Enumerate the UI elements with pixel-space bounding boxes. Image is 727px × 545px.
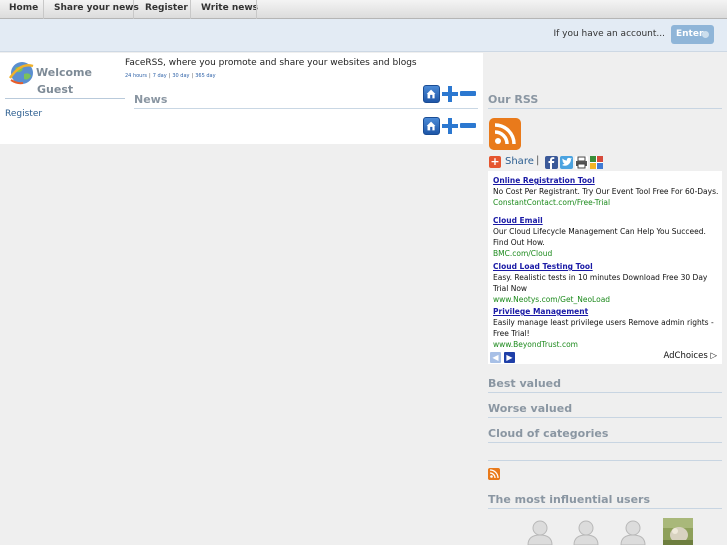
our-rss-heading: Our RSS [488, 93, 539, 106]
worse-valued-heading[interactable]: Worse valued [488, 402, 572, 415]
news-toolbar [423, 117, 478, 135]
user-avatar-icon[interactable] [525, 518, 555, 545]
ad-title[interactable]: Online Registration Tool [493, 175, 719, 186]
ad-item: Cloud Load Testing Tool Easy. Realistic … [493, 261, 719, 305]
welcome-divider [5, 98, 125, 99]
share-separator: | [536, 155, 540, 166]
ad-title[interactable]: Cloud Load Testing Tool [493, 261, 719, 272]
period-365-day[interactable]: 365 day [195, 73, 215, 79]
enter-label: Enter [676, 29, 704, 39]
top-navigation: Home Share your news Register Write news [0, 0, 727, 19]
period-filter: 24 hours | 7 day | 30 day | 365 day [125, 73, 216, 79]
ad-url[interactable]: www.BeyondTrust.com [493, 339, 719, 350]
period-30-day[interactable]: 30 day [172, 73, 189, 79]
nav-share-your-news[interactable]: Share your news [54, 3, 139, 13]
nav-separator [43, 0, 44, 19]
share-plus-icon[interactable]: + [489, 156, 501, 168]
ad-url[interactable]: ConstantContact.com/Free-Trial [493, 197, 719, 208]
home-icon[interactable] [423, 85, 440, 103]
news-toolbar [423, 85, 478, 103]
ad-title[interactable]: Cloud Email [493, 215, 719, 226]
news-heading: News [134, 93, 168, 106]
rss-icon[interactable] [489, 118, 521, 150]
period-separator: | [168, 73, 171, 79]
nav-separator [256, 0, 257, 19]
cloud-categories-heading[interactable]: Cloud of categories [488, 427, 608, 440]
influential-users-divider [488, 508, 722, 509]
rss-icon[interactable] [488, 468, 500, 480]
period-separator: | [149, 73, 151, 79]
welcome-heading: Welcome [36, 66, 92, 79]
chevron-down-icon [702, 31, 709, 38]
ad-description: No Cost Per Registrant. Try Our Event To… [493, 187, 719, 196]
period-separator: | [191, 73, 194, 79]
ad-block: Online Registration Tool No Cost Per Reg… [488, 171, 722, 364]
share-link[interactable]: Share [505, 156, 534, 167]
adchoices-link[interactable]: AdChoices ▷ [663, 351, 717, 361]
minus-icon[interactable] [460, 123, 476, 128]
ad-url[interactable]: www.Neotys.com/Get_NeoLoad [493, 294, 719, 305]
ad-item: Cloud Email Our Cloud Lifecycle Manageme… [493, 215, 719, 259]
cloud-categories-divider [488, 442, 722, 443]
twitter-icon[interactable] [560, 156, 573, 169]
nav-separator [133, 0, 134, 19]
our-rss-divider [488, 108, 722, 109]
news-divider [134, 108, 478, 109]
adchoices-icon: ▷ [710, 351, 717, 361]
ad-description: Our Cloud Lifecycle Management Can Help … [493, 227, 706, 247]
home-icon[interactable] [423, 117, 440, 135]
ad-title[interactable]: Privilege Management [493, 306, 719, 317]
period-24-hours[interactable]: 24 hours [125, 73, 147, 79]
ad-item: Privilege Management Easily manage least… [493, 306, 719, 350]
ad-description: Easily manage least privilege users Remo… [493, 318, 714, 338]
enter-button[interactable]: Enter [671, 25, 714, 44]
nav-separator [190, 0, 191, 19]
login-bar: If you have an account... Enter [0, 19, 727, 52]
plus-icon[interactable] [442, 118, 458, 134]
best-valued-divider [488, 392, 722, 393]
nav-register[interactable]: Register [145, 3, 188, 13]
period-7-day[interactable]: 7 day [153, 73, 167, 79]
nav-home[interactable]: Home [9, 3, 38, 13]
ad-item: Online Registration Tool No Cost Per Reg… [493, 175, 719, 208]
ad-description: Easy. Realistic tests in 10 minutes Down… [493, 273, 708, 293]
login-prompt: If you have an account... [553, 29, 665, 39]
site-tagline: FaceRSS, where you promote and share you… [125, 58, 417, 68]
ad-next-arrow-icon[interactable]: ▶ [504, 352, 515, 363]
welcome-username: Guest [37, 83, 74, 96]
user-photo-avatar[interactable] [663, 518, 693, 545]
ad-prev-arrow-icon[interactable]: ◀ [490, 352, 501, 363]
best-valued-heading[interactable]: Best valued [488, 377, 561, 390]
register-link[interactable]: Register [5, 109, 42, 119]
ad-url[interactable]: BMC.com/Cloud [493, 248, 719, 259]
adchoices-label: AdChoices [663, 351, 708, 361]
print-icon[interactable] [575, 156, 588, 169]
worse-valued-divider [488, 417, 722, 418]
plus-icon[interactable] [442, 86, 458, 102]
cloud-categories-bottom-divider [488, 460, 722, 461]
influential-users-heading: The most influential users [488, 493, 651, 506]
user-avatar-icon[interactable] [618, 518, 648, 545]
minus-icon[interactable] [460, 91, 476, 96]
user-avatar-icon[interactable] [571, 518, 601, 545]
facebook-icon[interactable] [545, 156, 558, 169]
google-icon[interactable] [590, 156, 603, 169]
globe-logo-icon [8, 62, 34, 85]
nav-write-news[interactable]: Write news [201, 3, 258, 13]
